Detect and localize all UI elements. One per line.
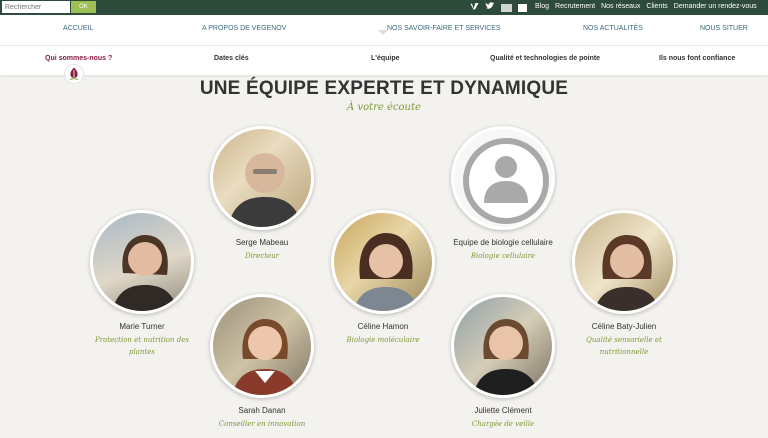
member-name: Céline Baty-Julien: [591, 322, 657, 331]
subnav-item-equipe[interactable]: L'équipe: [371, 55, 400, 62]
social-icon[interactable]: [518, 3, 527, 12]
search-button[interactable]: OK: [71, 1, 96, 13]
avatar: [572, 210, 676, 314]
user-placeholder-icon: [463, 138, 549, 224]
member-name: Sarah Danan: [238, 406, 286, 415]
main-nav: Accueil A propos de Vegenov Nos savoir-f…: [0, 15, 768, 45]
top-link-recrutement[interactable]: Recrutement: [555, 2, 595, 12]
team-member-sarah-danan: Sarah Danan Conseiller en innovation: [192, 294, 332, 430]
nav-item-savoir-faire[interactable]: Nos savoir-faire et services: [387, 25, 501, 32]
team-member-marie-turner: Marie Turner Protection et nutrition des…: [72, 210, 212, 358]
vimeo-icon[interactable]: [470, 2, 479, 13]
page-subtitle: À votre écoute: [347, 102, 421, 113]
nav-indicator: [378, 30, 388, 35]
team-member-juliette-clement: Juliette Clément Chargée de veille: [433, 294, 573, 430]
member-role: Chargée de veille: [471, 420, 535, 428]
avatar: [210, 126, 314, 230]
nav-item-a-propos[interactable]: A propos de Vegenov: [202, 25, 286, 32]
member-role: Conseiller en innovation: [218, 420, 306, 428]
member-name: Juliette Clément: [474, 406, 532, 415]
team-member-serge-mabeau: Serge Mabeau Directeur: [192, 126, 332, 262]
nav-item-accueil[interactable]: Accueil: [63, 25, 93, 32]
member-name: Marie Turner: [119, 322, 165, 331]
nav-item-nous-situer[interactable]: Nous situer: [700, 25, 748, 32]
nav-item-actualites[interactable]: Nos actualités: [583, 25, 643, 32]
top-link-blog[interactable]: Blog: [535, 2, 549, 12]
subnav-item-dates-cles[interactable]: Dates clés: [214, 55, 249, 62]
team-member-celine-baty-julien: Céline Baty-Julien Qualité sensorielle e…: [554, 210, 694, 358]
avatar: [331, 210, 435, 314]
member-role: Biologie cellulaire: [470, 252, 536, 260]
avatar: [451, 294, 555, 398]
avatar: [210, 294, 314, 398]
social-icons: [470, 2, 527, 13]
avatar: [451, 126, 555, 230]
team-member-equipe-biologie: Equipe de biologie cellulaire Biologie c…: [433, 126, 573, 262]
subnav-item-qualite[interactable]: Qualité et technologies de pointe: [490, 55, 600, 62]
subnav-item-confiance[interactable]: Ils nous font confiance: [659, 55, 735, 62]
subnav-item-qui-sommes-nous[interactable]: Qui sommes-nous ?: [45, 55, 112, 62]
member-role: Qualité sensorielle et nutritionnelle: [586, 336, 662, 356]
twitter-icon[interactable]: [485, 2, 495, 13]
top-link-reseaux[interactable]: Nos réseaux: [601, 2, 640, 12]
member-name: Equipe de biologie cellulaire: [453, 238, 553, 247]
social-icon[interactable]: [501, 3, 512, 12]
member-role: Directeur: [244, 252, 280, 260]
member-name: Serge Mabeau: [235, 238, 289, 247]
team-member-celine-hamon: Céline Hamon Biologie moléculaire: [313, 210, 453, 346]
search-input[interactable]: [2, 1, 70, 13]
top-link-clients[interactable]: Clients: [646, 2, 667, 12]
avatar: [90, 210, 194, 314]
page-title: UNE ÉQUIPE EXPERTE ET DYNAMIQUE: [199, 78, 569, 99]
sub-nav: Qui sommes-nous ? Dates clés L'équipe Qu…: [0, 45, 768, 75]
member-role: Biologie moléculaire: [346, 336, 420, 344]
top-link-rendez-vous[interactable]: Demander un rendez-vous: [674, 2, 757, 12]
member-role: Protection et nutrition des plantes: [95, 336, 189, 356]
top-bar: OK Blog Recrutement Nos réseaux Clients …: [0, 0, 768, 15]
member-name: Céline Hamon: [357, 322, 409, 331]
top-links: Blog Recrutement Nos réseaux Clients Dem…: [535, 2, 757, 12]
